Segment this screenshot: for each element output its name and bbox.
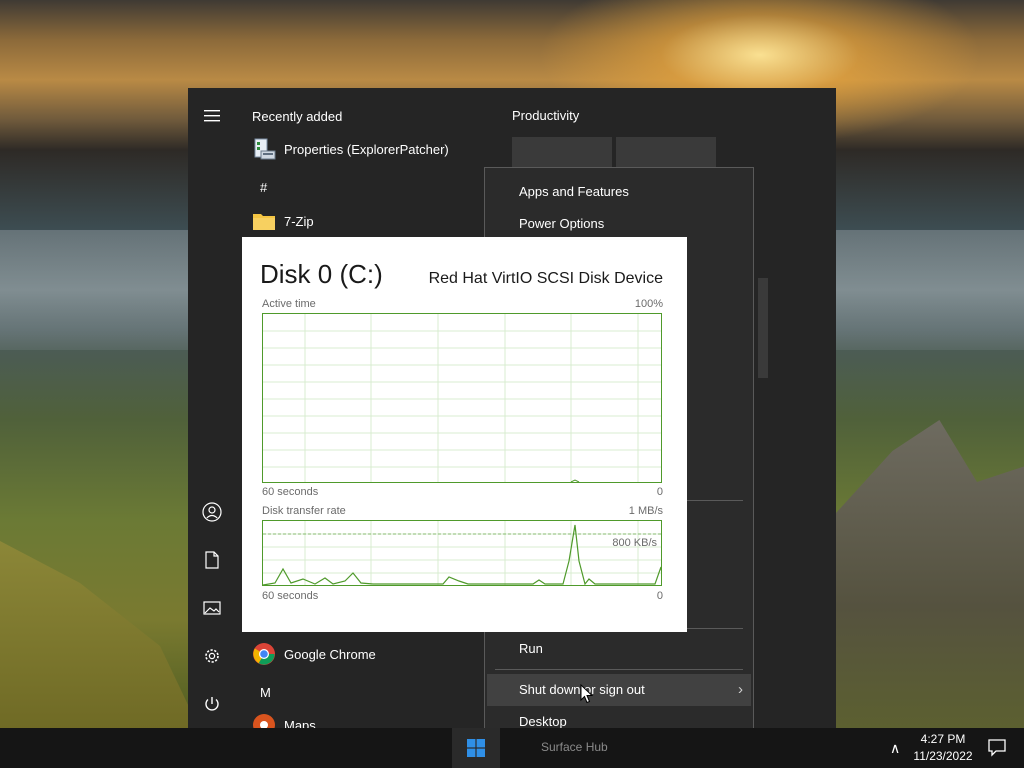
active-time-graph [262,313,662,483]
disk-performance-card: Disk 0 (C:) Red Hat VirtIO SCSI Disk Dev… [242,237,687,632]
transfer-rate-min: 0 [656,590,663,602]
folder-icon [252,209,276,233]
wallpaper-rocks [836,420,1024,730]
disk-model: Red Hat VirtIO SCSI Disk Device [428,270,663,287]
app-item-google-chrome[interactable]: Google Chrome [252,638,492,670]
system-clock[interactable]: 4:27 PM 11/23/2022 [908,731,978,765]
user-account-icon[interactable] [200,500,224,524]
menu-item-apps-and-features[interactable]: Apps and Features [485,176,753,208]
menu-separator [495,669,743,670]
group-letter-m[interactable]: M [260,685,271,700]
hamburger-menu-icon[interactable] [200,104,224,128]
chrome-icon [252,642,276,666]
menu-item-run[interactable]: Run [485,633,753,665]
transfer-rate-label: Disk transfer rate [262,505,346,517]
app-item-properties-explorerpatcher[interactable]: Properties (ExplorerPatcher) [252,133,492,165]
documents-icon[interactable] [200,548,224,572]
transfer-rate-max: 1 MB/s [628,505,663,517]
recently-added-header: Recently added [252,109,343,124]
start-rail [188,88,236,728]
app-label: Google Chrome [284,646,376,662]
pictures-icon[interactable] [200,596,224,620]
properties-app-icon [252,137,276,161]
tiles-group-productivity[interactable]: Productivity [512,108,579,123]
transfer-rate-mid: 800 KB/s [612,537,657,549]
active-time-label: Active time [262,298,316,310]
show-hidden-icons-chevron-icon[interactable]: ∧ [890,740,900,757]
windows-logo-icon [467,739,485,757]
menu-item-shut-down-or-sign-out[interactable]: Shut down or sign out › [487,674,751,706]
group-letter-hash[interactable]: # [260,180,267,195]
start-button[interactable] [452,728,500,768]
app-label: 7-Zip [284,213,314,229]
active-time-min: 0 [656,486,663,498]
app-item-7zip[interactable]: 7-Zip [252,205,492,237]
transfer-rate-graph [262,520,662,586]
action-center-icon[interactable] [986,736,1008,758]
scrollbar-thumb[interactable] [758,278,768,378]
taskbar-ghost-label: Surface Hub [541,740,608,754]
settings-gear-icon[interactable] [200,644,224,668]
clock-time: 4:27 PM [920,732,966,746]
active-time-max: 100% [634,298,663,310]
transfer-rate-xlabel: 60 seconds [262,590,319,602]
app-label: Properties (ExplorerPatcher) [284,141,449,157]
clock-date: 11/23/2022 [913,749,973,763]
chevron-right-icon: › [738,681,743,698]
wallpaper-hill [0,541,200,730]
power-icon[interactable] [200,692,224,716]
disk-title: Disk 0 (C:) [260,259,383,289]
taskbar: Surface Hub ∧ 4:27 PM 11/23/2022 [0,728,1024,768]
mouse-cursor-icon [580,684,594,704]
active-time-xlabel: 60 seconds [262,486,319,498]
menu-item-power-options[interactable]: Power Options [485,208,753,240]
